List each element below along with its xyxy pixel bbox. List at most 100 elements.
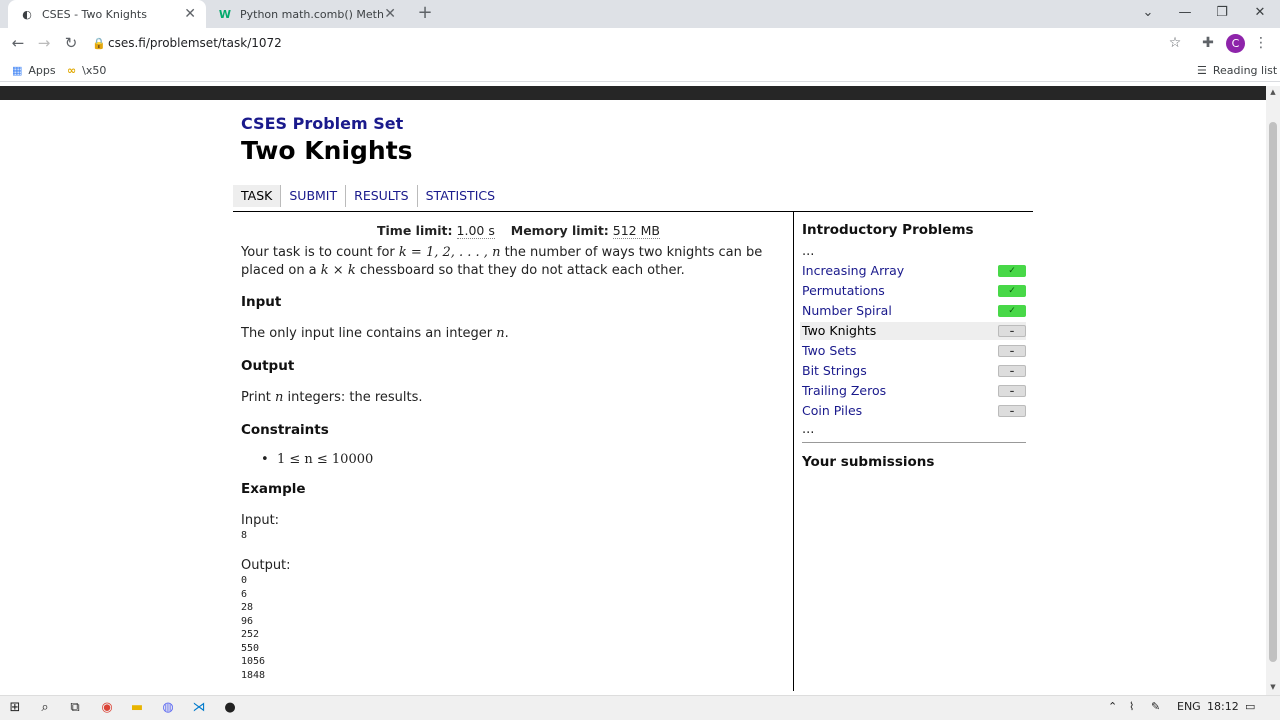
chrome-icon[interactable]: ◉ [96, 699, 118, 717]
page-scrollbar[interactable]: ▲ ▼ [1266, 86, 1280, 695]
example-input-line: 8 [241, 530, 248, 541]
sidebar-item-label: Bit Strings [802, 363, 867, 378]
sidebar-item-two-sets[interactable]: Two Sets – [800, 342, 1026, 360]
text: Your task is to count for [241, 245, 399, 260]
tab-results[interactable]: RESULTS [345, 185, 416, 207]
scroll-down-icon[interactable]: ▼ [1269, 683, 1277, 691]
sidebar-item-number-spiral[interactable]: Number Spiral ✓ [800, 302, 1026, 320]
unsolved-dash-icon: – [998, 385, 1026, 397]
example-output-label: Output: [241, 558, 291, 573]
unsolved-dash-icon: – [998, 325, 1026, 337]
close-icon[interactable]: ✕ [184, 6, 196, 22]
sidebar-ellipsis-top: ... [802, 244, 815, 259]
bookmark-x50[interactable]: ∞ \x50 [67, 62, 106, 78]
example-output-line: 1056 [241, 656, 266, 667]
site-title[interactable]: CSES Problem Set [241, 114, 403, 133]
unsolved-dash-icon: – [998, 365, 1026, 377]
reading-list-label: Reading list [1212, 63, 1278, 77]
sidebar-item-label: Two Sets [802, 343, 857, 358]
extensions-puzzle-icon[interactable]: ✚ [1197, 32, 1219, 54]
tab-python-math-comb[interactable]: W Python math.comb() Method ✕ [206, 0, 406, 28]
example-output-line: 6 [241, 588, 248, 600]
bookmark-label: \x50 [82, 63, 107, 77]
example-heading: Example [241, 481, 306, 497]
bookmark-icon: ∞ [67, 63, 77, 77]
constraint-item: • 1 ≤ n ≤ 10000 [261, 451, 373, 469]
math: n [496, 326, 505, 341]
solved-check-icon: ✓ [998, 265, 1026, 277]
reading-list-button[interactable]: ☰ Reading list [1197, 62, 1277, 78]
search-icon[interactable]: ⌕ [34, 699, 56, 717]
pen-icon[interactable]: ✎ [1151, 700, 1160, 713]
site-header-bar [0, 86, 1266, 100]
sidebar-item-coin-piles[interactable]: Coin Piles – [800, 402, 1026, 420]
tab-statistics[interactable]: STATISTICS [416, 185, 503, 207]
example-output: 0 6 28 96 252 550 1056 1848 [241, 574, 265, 682]
windows-taskbar: ⊞ ⌕ ⧉ ◉ ▬ ◍ ⋊ ● ⌃ ⌇ ✎ ENG 18:12 ▭ [0, 695, 1280, 720]
input-text: The only input line contains an integer … [241, 325, 509, 343]
solved-check-icon: ✓ [998, 305, 1026, 317]
discord-icon[interactable]: ◍ [157, 699, 179, 717]
minimize-button[interactable]: — [1166, 0, 1204, 28]
text: . [504, 326, 509, 341]
tab-task[interactable]: TASK [233, 185, 281, 207]
task-view-icon[interactable]: ⧉ [64, 699, 86, 717]
new-tab-button[interactable]: + [414, 3, 436, 25]
text: The only input line contains an integer [241, 326, 497, 341]
reading-list-icon: ☰ [1197, 63, 1207, 77]
sidebar-item-label: Coin Piles [802, 403, 863, 418]
reload-icon[interactable]: ↻ [59, 32, 83, 54]
window-close-button[interactable]: ✕ [1241, 0, 1279, 28]
statement-line-1: Your task is to count for k = 1, 2, . . … [241, 244, 762, 262]
tab-submit[interactable]: SUBMIT [280, 185, 345, 207]
example-output-line: 96 [241, 615, 254, 627]
language-indicator[interactable]: ENG [1177, 700, 1201, 713]
tab-search-icon[interactable]: ⌄ [1129, 0, 1167, 28]
restore-button[interactable]: ❐ [1203, 0, 1241, 28]
file-explorer-icon[interactable]: ▬ [126, 699, 148, 717]
browser-tab-bar: ◐ CSES - Two Knights ✕ W Python math.com… [0, 0, 1280, 28]
sidebar-item-two-knights[interactable]: Two Knights – [800, 322, 1026, 340]
bookmark-star-icon[interactable]: ☆ [1164, 32, 1186, 54]
text: Print [241, 390, 276, 405]
vscode-icon[interactable]: ⋊ [188, 699, 210, 717]
close-icon[interactable]: ✕ [384, 6, 396, 22]
windows-start-icon[interactable]: ⊞ [4, 699, 26, 717]
text: integers: the results. [283, 390, 423, 405]
output-heading: Output [241, 358, 295, 374]
bookmarks-bar: ▦ Apps ∞ \x50 ☰ Reading list [0, 58, 1280, 82]
app-icon[interactable]: ● [219, 699, 241, 717]
example-input-label: Input: [241, 513, 280, 528]
math: k = 1, 2, . . . , n [398, 245, 501, 260]
scroll-thumb[interactable] [1269, 122, 1277, 662]
forward-arrow-icon[interactable]: → [32, 32, 56, 54]
url-bar[interactable]: 🔒 cses.fi/problemset/task/1072 [92, 31, 1192, 55]
notifications-icon[interactable]: ▭ [1245, 700, 1255, 713]
solved-check-icon: ✓ [998, 285, 1026, 297]
sidebar-divider [802, 442, 1026, 443]
clock[interactable]: 18:12 [1207, 700, 1239, 713]
network-icon[interactable]: ⌇ [1129, 700, 1134, 713]
chevron-up-icon[interactable]: ⌃ [1108, 700, 1117, 713]
time-limit-value: 1.00 s [456, 223, 495, 239]
sidebar-item-increasing-array[interactable]: Increasing Array ✓ [800, 262, 1026, 280]
tab-title: Python math.comb() Method [240, 7, 385, 21]
sidebar-item-trailing-zeros[interactable]: Trailing Zeros – [800, 382, 1026, 400]
back-arrow-icon[interactable]: ← [6, 32, 30, 54]
sidebar-ellipsis-bottom: ... [802, 422, 815, 437]
profile-avatar[interactable]: C [1226, 34, 1245, 53]
scroll-up-icon[interactable]: ▲ [1269, 88, 1277, 96]
sidebar-item-bit-strings[interactable]: Bit Strings – [800, 362, 1026, 380]
menu-kebab-icon[interactable]: ⋮ [1250, 32, 1272, 54]
bookmark-apps[interactable]: ▦ Apps [12, 62, 56, 78]
sidebar-title: Introductory Problems [802, 222, 974, 238]
page-title: Two Knights [241, 136, 413, 165]
math: k × k [320, 263, 356, 278]
url-text: cses.fi/problemset/task/1072 [108, 36, 282, 50]
sidebar-item-label: Number Spiral [802, 303, 892, 318]
output-text: Print n integers: the results. [241, 389, 423, 407]
tab-cses-two-knights[interactable]: ◐ CSES - Two Knights ✕ [8, 0, 206, 28]
sidebar-item-permutations[interactable]: Permutations ✓ [800, 282, 1026, 300]
task-nav: TASK SUBMIT RESULTS STATISTICS [233, 185, 503, 207]
memory-limit-value: 512 MB [612, 223, 660, 239]
